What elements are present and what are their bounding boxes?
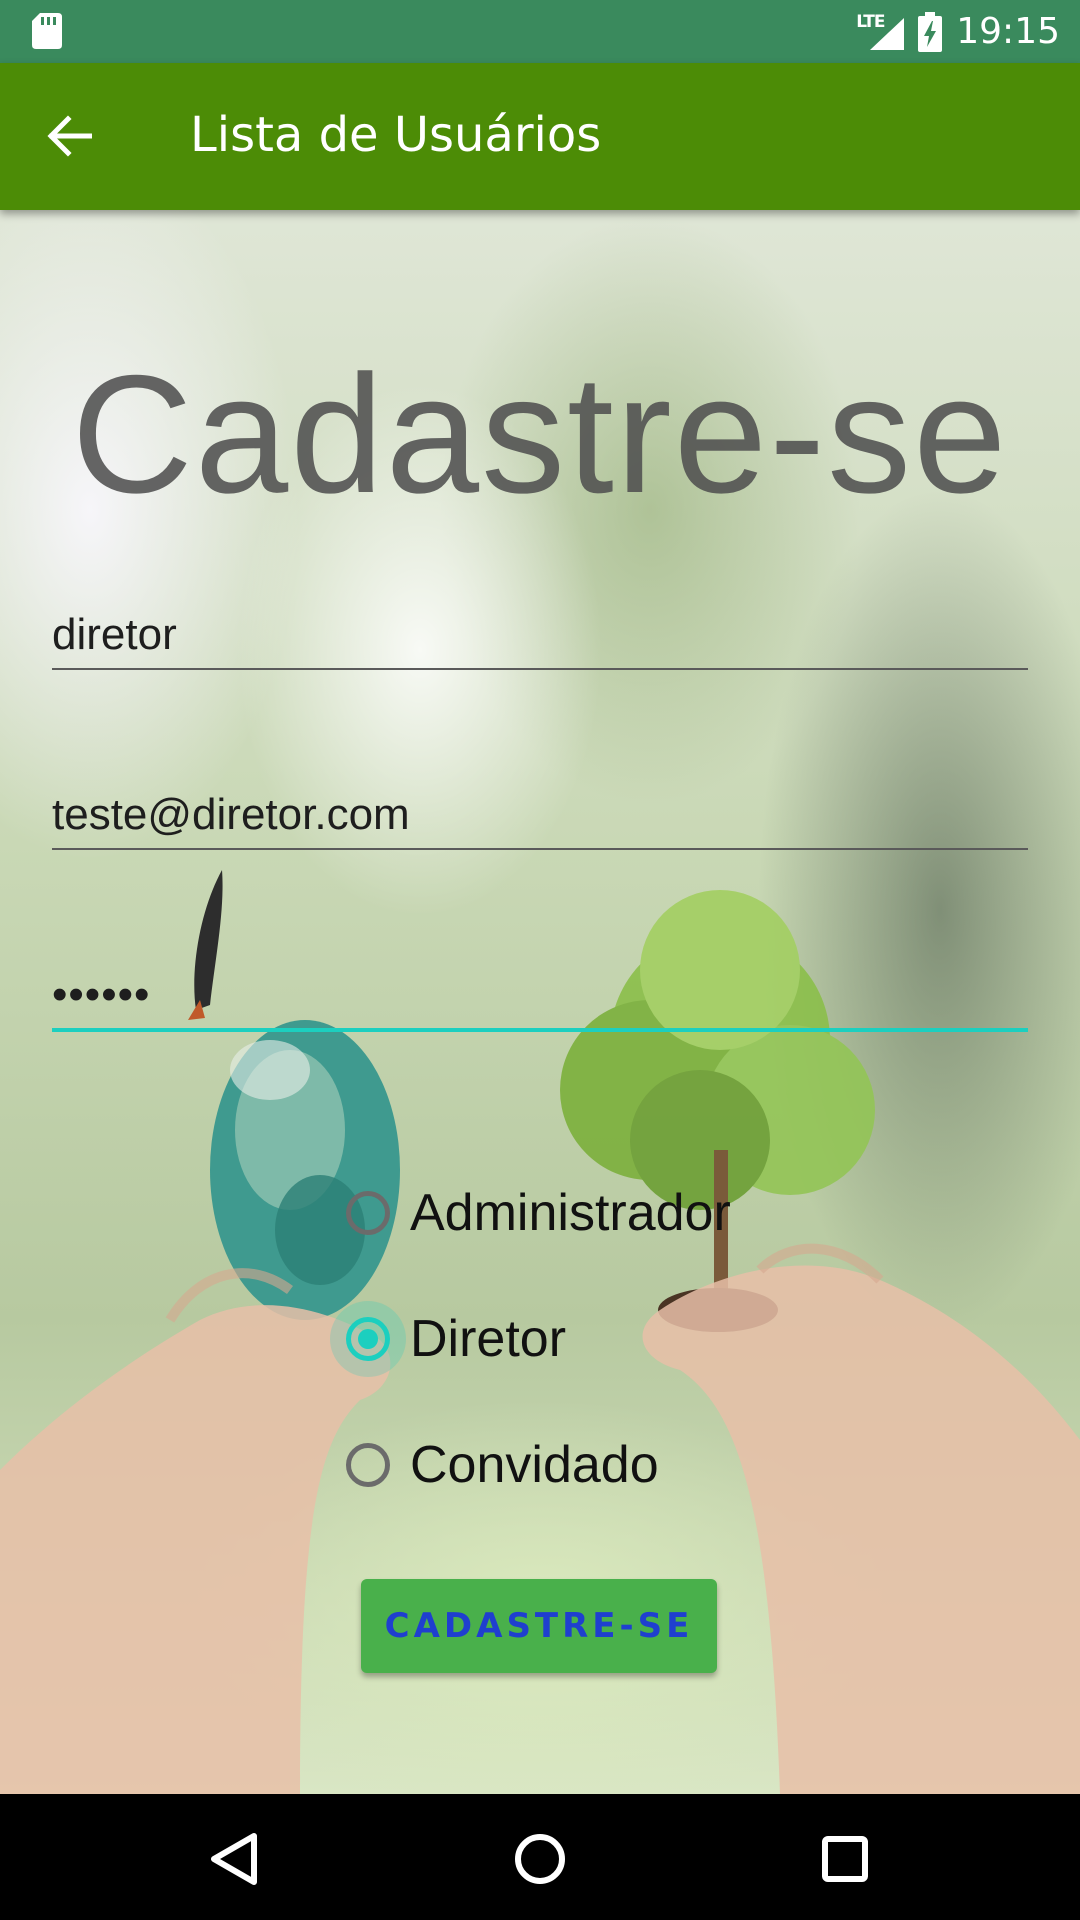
app-bar-title: Lista de Usuários — [190, 107, 602, 163]
home-circle-icon[interactable] — [505, 1824, 575, 1894]
radio-administrador[interactable]: Administrador — [346, 1150, 731, 1276]
name-field[interactable]: diretor — [52, 602, 1028, 670]
arrow-back-icon[interactable] — [46, 113, 92, 159]
radio-diretor[interactable]: Diretor — [330, 1276, 731, 1402]
page-title: Cadastre-se — [71, 340, 1009, 528]
register-screen: Cadastre-se diretor teste@diretor.com ••… — [0, 210, 1080, 1794]
recents-square-icon[interactable] — [810, 1824, 880, 1894]
password-field-underline — [52, 1028, 1028, 1032]
status-bar: LTE 19:15 — [0, 0, 1080, 63]
radio-label: Convidado — [410, 1436, 659, 1494]
radio-button-icon[interactable] — [346, 1191, 390, 1235]
name-field-underline — [52, 668, 1028, 670]
status-clock: 19:15 — [956, 11, 1060, 52]
name-input[interactable]: diretor — [52, 602, 1028, 668]
sd-card-icon — [32, 13, 62, 49]
radio-button-checked-icon[interactable] — [346, 1317, 390, 1361]
email-field[interactable]: teste@diretor.com — [52, 782, 1028, 850]
radio-convidado[interactable]: Convidado — [346, 1402, 731, 1528]
signal-icon: LTE — [856, 12, 905, 52]
battery-charging-icon — [918, 11, 943, 52]
system-nav-bar — [0, 1794, 1080, 1920]
radio-button-icon[interactable] — [346, 1443, 390, 1487]
email-field-underline — [52, 848, 1028, 850]
app-bar: Lista de Usuários — [0, 63, 1080, 210]
radio-label: Administrador — [410, 1184, 731, 1242]
role-radio-group: Administrador Diretor Convidado — [330, 1150, 731, 1528]
password-field[interactable]: •••••• — [52, 962, 1028, 1032]
register-button[interactable]: CADASTRE-SE — [361, 1579, 717, 1673]
password-input[interactable]: •••••• — [52, 962, 1028, 1028]
radio-label: Diretor — [410, 1310, 567, 1368]
back-triangle-icon[interactable] — [200, 1824, 270, 1894]
email-input[interactable]: teste@diretor.com — [52, 782, 1028, 848]
